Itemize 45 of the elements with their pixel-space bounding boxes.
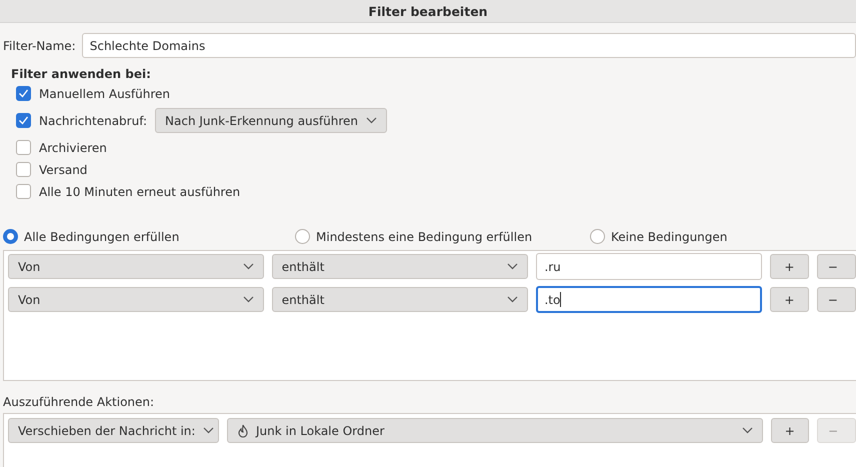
checkbox[interactable] [16, 184, 31, 199]
checkbox-label[interactable]: Archivieren [39, 140, 107, 154]
text-field[interactable]: .to [536, 286, 762, 313]
checkbox-label[interactable]: Versand [39, 162, 88, 176]
window-title: Filter bearbeiten [368, 4, 488, 18]
remove-button[interactable]: − [816, 287, 856, 312]
text-field[interactable]: .ru [536, 253, 762, 280]
radio-label[interactable]: Mindestens eine Bedingung erfüllen [316, 230, 532, 244]
chevron-down-icon [203, 427, 214, 434]
flame-icon [237, 424, 249, 438]
checkbox-label[interactable]: Alle 10 Minuten erneut ausführen [39, 184, 240, 198]
remove-button[interactable]: − [816, 254, 856, 279]
add-button[interactable]: + [770, 254, 809, 279]
add-button[interactable]: + [770, 418, 810, 443]
radio-button[interactable] [295, 229, 310, 244]
chevron-down-icon [242, 263, 254, 270]
chevron-down-icon [742, 427, 753, 434]
checkbox[interactable] [16, 140, 31, 155]
checkmark-icon [18, 88, 29, 99]
checkbox[interactable] [16, 113, 31, 128]
field-label: Filter-Name: [3, 38, 76, 52]
chevron-down-icon [507, 263, 518, 270]
dropdown[interactable]: Verschieben der Nachricht in: [8, 418, 219, 443]
dropdown[interactable]: Junk in Lokale Ordner [227, 418, 763, 443]
dropdown[interactable]: enthält [272, 287, 528, 312]
checkbox[interactable] [16, 162, 31, 177]
checkbox-label[interactable]: Manuellem Ausführen [39, 86, 170, 100]
checkbox[interactable] [16, 86, 31, 101]
section-heading: Filter anwenden bei: [11, 67, 152, 81]
name-field[interactable]: Schlechte Domains [82, 33, 856, 58]
checkbox-label[interactable]: Nachrichtenabruf: [39, 114, 148, 128]
dropdown[interactable]: Von [8, 287, 264, 312]
dropdown[interactable]: enthält [272, 254, 528, 279]
chevron-down-icon [366, 117, 378, 124]
radio-label[interactable]: Keine Bedingungen [611, 230, 728, 244]
section-heading: Auszuführende Aktionen: [3, 395, 156, 409]
dropdown[interactable]: Nach Junk-Erkennung ausführen [155, 108, 388, 133]
radio-label[interactable]: Alle Bedingungen erfüllen [24, 230, 180, 244]
add-button[interactable]: + [770, 287, 809, 312]
radio-button[interactable] [590, 229, 605, 244]
chevron-down-icon [242, 296, 254, 303]
dropdown[interactable]: Von [8, 254, 264, 279]
chevron-down-icon [507, 296, 518, 303]
checkmark-icon [18, 115, 29, 126]
radio-button[interactable] [3, 229, 18, 244]
